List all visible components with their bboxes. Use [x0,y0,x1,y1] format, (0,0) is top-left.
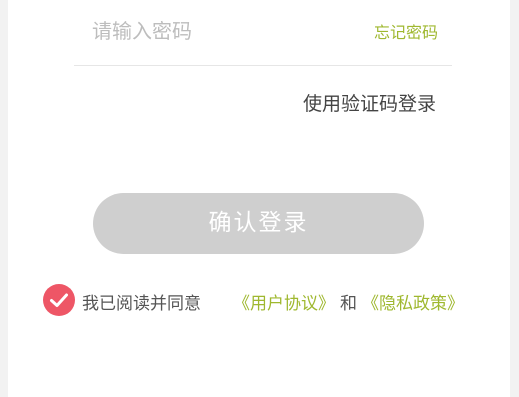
password-input[interactable] [92,14,322,48]
check-circle-icon[interactable] [43,284,75,316]
login-card: 忘记密码 使用验证码登录 确认登录 我已阅读并同意 《用户协议》 和 《隐私政策… [8,0,510,397]
privacy-policy-link[interactable]: 《隐私政策》 [362,289,464,314]
agreement-row: 我已阅读并同意 《用户协议》 和 《隐私政策》 [43,284,483,316]
confirm-login-button[interactable]: 确认登录 [93,193,424,254]
user-agreement-link[interactable]: 《用户协议》 [233,289,335,314]
sms-code-login-link[interactable]: 使用验证码登录 [303,89,436,116]
agreement-prefix-text: 我已阅读并同意 [82,294,201,314]
agreement-and-text: 和 [340,294,357,314]
forgot-password-link[interactable]: 忘记密码 [374,19,438,43]
password-row: 忘记密码 [74,0,452,66]
